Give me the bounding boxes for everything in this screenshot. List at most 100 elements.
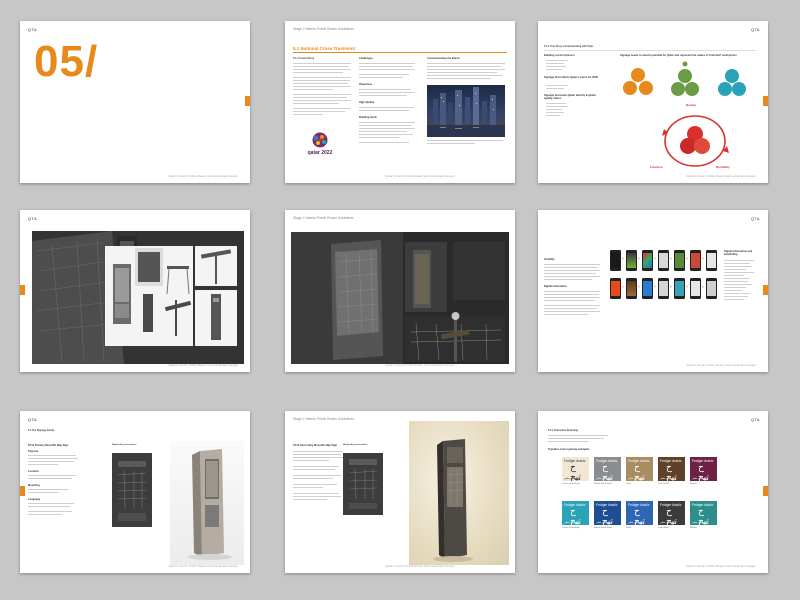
diagram-title: Signage needs to unlock potential for Qa…	[620, 54, 737, 57]
item-title: ST1a Primary Monolith Map Sign	[28, 444, 69, 447]
sign-render-thumb-right-2	[195, 290, 237, 346]
page-footer: Qatar's Interim Public Realm and Landsca…	[385, 174, 455, 178]
typeface-swatch: Frutiger Arabic ح تيح أبجد هوز حطي	[626, 457, 653, 481]
swatch-caption: Dark Sand	[658, 483, 669, 485]
logo: QTA	[28, 216, 38, 221]
language-label: Language	[28, 498, 41, 501]
typeface-swatch: Frutiger Arabic ح تيح أبجد هوز حطي	[562, 501, 589, 525]
swatch-sample-text: أبجد هوز حطي	[660, 520, 675, 524]
page-monolith-detail[interactable]: Stage 2 Interim Public Realm Guidelines …	[285, 210, 515, 372]
phone-mockup	[658, 250, 669, 271]
page-chapter-opener[interactable]: QTA 05/ Qatar's Interim Public Realm and…	[20, 21, 250, 183]
monolith-3d-render	[170, 441, 244, 565]
typeface-swatch: Frutiger Arabic ح تيح أبجد هوز حطي	[658, 501, 685, 525]
sub-heading: 5.1.1 Cover Story	[293, 57, 315, 60]
swatch-sample-text: أبجد هوز حطي	[660, 476, 675, 480]
flow-arrow-icon: ›	[670, 256, 672, 262]
phone-mockup	[626, 250, 637, 271]
phone-mockup	[626, 278, 637, 299]
typeface-swatch: Frutiger Arabic ح تيح أبجد هوز حطي	[594, 457, 621, 481]
swatch-font-name: Frutiger Arabic	[628, 502, 650, 507]
page-footer: Qatar's Interim Public Realm and Landsca…	[168, 174, 238, 178]
logo: QTA	[28, 27, 38, 32]
digital-information-heading: Digital information	[544, 285, 567, 288]
phone-mockup	[674, 278, 685, 299]
page-secondary-monolith[interactable]: Stage 2 Interim Public Realm Guidelines …	[285, 411, 515, 573]
sign-render-thumb-right	[195, 246, 237, 286]
touchpoint-circles-diagram	[623, 61, 746, 96]
building-block-label: Building block	[359, 116, 377, 119]
phone-mockup	[706, 278, 717, 299]
cycle-label-beauty: Beauty	[686, 103, 697, 107]
chapter-tab	[763, 486, 768, 496]
swatch-caption: Sand	[626, 483, 632, 485]
phone-mockup	[690, 278, 701, 299]
sign-render-panel	[105, 246, 193, 346]
swatch-sample-text: أبجد هوز حطي	[564, 520, 579, 524]
swatch-sample-text: أبجد هوز حطي	[596, 520, 611, 524]
phone-mockup	[610, 278, 621, 299]
chapter-tab	[20, 486, 25, 496]
document-spread-overview: { "header": { "logo": "QTA", "guideline_…	[0, 0, 800, 600]
swatch-caption: Sand	[626, 527, 632, 529]
wayfinding-caption: Wayfinding information	[343, 444, 368, 446]
chapter-number: 05/	[34, 37, 99, 86]
swatch-font-name: Frutiger Arabic	[596, 502, 618, 507]
phone-mockup	[610, 250, 621, 271]
high-quality-label: High Quality	[359, 101, 375, 104]
page-footer: Qatar's Interim Public Realm and Landsca…	[686, 564, 756, 568]
typeface-swatch: Frutiger Arabic ح تيح أبجد هوز حطي	[658, 457, 685, 481]
communicating-brand-label: Communicating the Brand	[427, 57, 460, 60]
page-sign-renderings[interactable]: QTA Qatar's Interim Public Realm and Lan…	[20, 210, 250, 372]
flow-arrow-icon: ›	[654, 284, 656, 290]
phone-mockup	[706, 250, 717, 271]
mounting-label: Mounting	[28, 484, 40, 487]
page-header: Stage 2 Interim Public Realm Guidelines	[293, 27, 354, 31]
swatch-sample-text: أبجد هوز حطي	[628, 476, 643, 480]
swatch-font-name: Frutiger Arabic	[596, 458, 618, 463]
phone-mockup	[642, 278, 653, 299]
swatch-caption: Colour of Heritage	[562, 483, 580, 485]
swatch-sample-text: أبجد هوز حطي	[596, 476, 611, 480]
swatch-sample-text: أبجد هوز حطي	[692, 476, 707, 480]
flow-arrow-icon: ›	[702, 284, 704, 290]
monolith-render-large	[291, 232, 509, 364]
page-national-cross-treatment[interactable]: Stage 2 Interim Public Realm Guidelines …	[285, 21, 515, 183]
chapter-tab	[20, 285, 25, 295]
page-footer: Qatar's Interim Public Realm and Landsca…	[385, 363, 455, 367]
section-title: 5.4.1 Pedestrian Bounding	[548, 429, 579, 432]
swatch-font-name: Frutiger Arabic	[660, 502, 682, 507]
page-signage-family[interactable]: QTA 5.4 The Signage Family ST1a Primary …	[20, 411, 250, 573]
objectives-label: Objectives	[359, 83, 373, 86]
swatch-font-name: Frutiger Arabic	[692, 458, 714, 463]
swatch-sample-text: أبجد هوز حطي	[692, 520, 707, 524]
flow-arrow-icon: ›	[686, 284, 688, 290]
logo: QTA	[750, 417, 760, 422]
flow-arrow-icon: ›	[638, 284, 640, 290]
left-heading-1: Building social cohesion	[544, 54, 575, 57]
item-title: ST1b Secondary Monolith Map Sign	[293, 444, 338, 447]
left-heading-3: Signage that leads Qatari identity & Qat…	[544, 94, 596, 101]
section-title: 5.1.2 Your Story, Communicating with Sty…	[544, 45, 594, 48]
challenges-label: Challenges	[359, 57, 373, 60]
sign-face-render	[112, 453, 152, 527]
flow-arrow-icon: ›	[654, 256, 656, 262]
page-values-diagram[interactable]: QTA 5.1.2 Your Story, Communicating with…	[538, 21, 768, 183]
typeface-swatch: Frutiger Arabic ح تيح أبجد هوز حطي	[690, 501, 717, 525]
page-typeface-colour-pairing[interactable]: QTA 5.4.1 Pedestrian Bounding Typeface c…	[538, 411, 768, 573]
logo: QTA	[28, 417, 38, 422]
left-heading-2: Signage that reflects Qatar's vision for…	[544, 76, 598, 79]
flow-arrow-icon: ›	[702, 256, 704, 262]
cycle-label-durability: Durability	[716, 165, 730, 169]
swatch-caption: Mixed Wood Sand	[594, 527, 612, 529]
flow-arrow-icon: ›	[622, 256, 624, 262]
page-footer: Qatar's Interim Public Realm and Landsca…	[168, 363, 238, 367]
swatch-sample-text: أبجد هوز حطي	[564, 476, 579, 480]
swatch-caption: Maroon	[690, 527, 698, 529]
chapter-tab	[763, 285, 768, 295]
page-digital-information[interactable]: QTA Visibility Digital information › › ›…	[538, 210, 768, 372]
wayfinding-caption: Wayfinding information	[112, 444, 137, 446]
swatch-caption: Dark Sand	[658, 527, 669, 529]
swatch-font-name: Frutiger Arabic	[628, 458, 650, 463]
swatch-font-name: Frutiger Arabic	[692, 502, 714, 507]
